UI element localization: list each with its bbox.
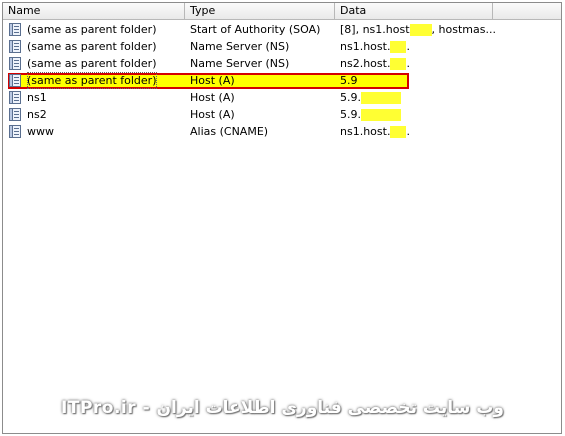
- record-type: Host (A): [190, 108, 235, 121]
- redacted-highlight: [361, 92, 401, 104]
- dns-record-icon: [9, 57, 21, 70]
- record-data: 5.9: [340, 72, 500, 89]
- dns-record-icon-graphic: [9, 108, 21, 121]
- record-data: 5.9.: [340, 106, 500, 123]
- record-name: (same as parent folder): [27, 57, 157, 70]
- record-name: (same as parent folder): [27, 23, 157, 36]
- dns-record-icon-graphic: [9, 23, 21, 36]
- list-header: Name Type Data: [3, 3, 561, 20]
- cell-name: (same as parent folder): [8, 72, 183, 89]
- record-data-value: [8], ns1.host: [340, 23, 410, 36]
- table-row[interactable]: ns1 Host (A) 5.9.: [3, 89, 561, 106]
- record-type: Name Server (NS): [190, 57, 290, 70]
- record-data-value: 5.9.: [340, 108, 361, 121]
- table-row[interactable]: (same as parent folder) Name Server (NS) n…: [3, 38, 561, 55]
- table-row[interactable]: (same as parent folder) Host (A) 5.9: [3, 72, 561, 89]
- table-row[interactable]: www Alias (CNAME) ns1.host..: [3, 123, 561, 140]
- record-data: ns1.host..: [340, 123, 500, 140]
- dns-record-icon: [9, 108, 21, 121]
- record-type: Host (A): [190, 74, 235, 87]
- column-header-type[interactable]: Type: [185, 3, 335, 20]
- record-name: www: [27, 125, 54, 138]
- dns-record-icon: [9, 40, 21, 53]
- record-data: ns2.host..: [340, 55, 500, 72]
- cell-name: (same as parent folder): [8, 38, 183, 55]
- column-header-name[interactable]: Name: [3, 3, 185, 20]
- record-type: Alias (CNAME): [190, 125, 269, 138]
- dns-record-icon-graphic: [9, 40, 21, 53]
- redacted-highlight: [390, 126, 407, 138]
- cell-name: (same as parent folder): [8, 55, 183, 72]
- cell-name: ns2: [8, 106, 183, 123]
- record-data: 5.9.: [340, 89, 500, 106]
- table-row[interactable]: (same as parent folder) Name Server (NS) n…: [3, 55, 561, 72]
- record-data-value: ns1.host.: [340, 40, 391, 53]
- watermark-text: ITPro.ir - وب سایت تخصصی فناوری اطلاعات …: [61, 398, 504, 418]
- column-header-data[interactable]: Data: [335, 3, 493, 20]
- dns-record-icon: [9, 74, 21, 87]
- record-name: (same as parent folder): [27, 72, 157, 89]
- record-data-value: 5.9: [340, 74, 358, 87]
- record-data-value: ns1.host.: [340, 125, 391, 138]
- record-data: ns1.host..: [340, 38, 500, 55]
- dns-record-icon: [9, 23, 21, 36]
- dns-record-icon-graphic: [9, 57, 21, 70]
- record-data-suffix: .: [406, 57, 410, 70]
- record-data-suffix: .: [406, 125, 410, 138]
- record-data-suffix: .: [406, 40, 410, 53]
- column-header-filler: [493, 3, 561, 20]
- cell-name: (same as parent folder): [8, 21, 183, 38]
- record-type: Host (A): [190, 91, 235, 104]
- redacted-highlight: [409, 24, 432, 36]
- record-name: ns1: [27, 91, 47, 104]
- record-name: (same as parent folder): [27, 40, 157, 53]
- record-data-value: ns2.host.: [340, 57, 391, 70]
- redacted-highlight: [361, 109, 401, 121]
- dns-record-icon-graphic: [9, 91, 21, 104]
- dns-record-icon: [9, 125, 21, 138]
- dns-record-icon: [9, 91, 21, 104]
- redacted-highlight: [390, 41, 407, 53]
- dns-records-list[interactable]: Name Type Data (same as parent folder) St…: [2, 2, 562, 434]
- table-row[interactable]: ns2 Host (A) 5.9.: [3, 106, 561, 123]
- record-data-suffix: , hostmas...: [431, 23, 496, 36]
- cell-name: www: [8, 123, 183, 140]
- record-data: [8], ns1.host , hostmas...: [340, 21, 500, 38]
- dns-record-icon-graphic: [9, 125, 21, 138]
- records-table-body: (same as parent folder) Start of Authorit…: [3, 21, 561, 140]
- record-name: ns2: [27, 108, 47, 121]
- record-type: Start of Authority (SOA): [190, 23, 321, 36]
- dns-record-icon-graphic: [9, 74, 21, 87]
- record-data-value: 5.9.: [340, 91, 361, 104]
- table-row[interactable]: (same as parent folder) Start of Authorit…: [3, 21, 561, 38]
- redacted-highlight: [390, 58, 407, 70]
- cell-name: ns1: [8, 89, 183, 106]
- record-type: Name Server (NS): [190, 40, 290, 53]
